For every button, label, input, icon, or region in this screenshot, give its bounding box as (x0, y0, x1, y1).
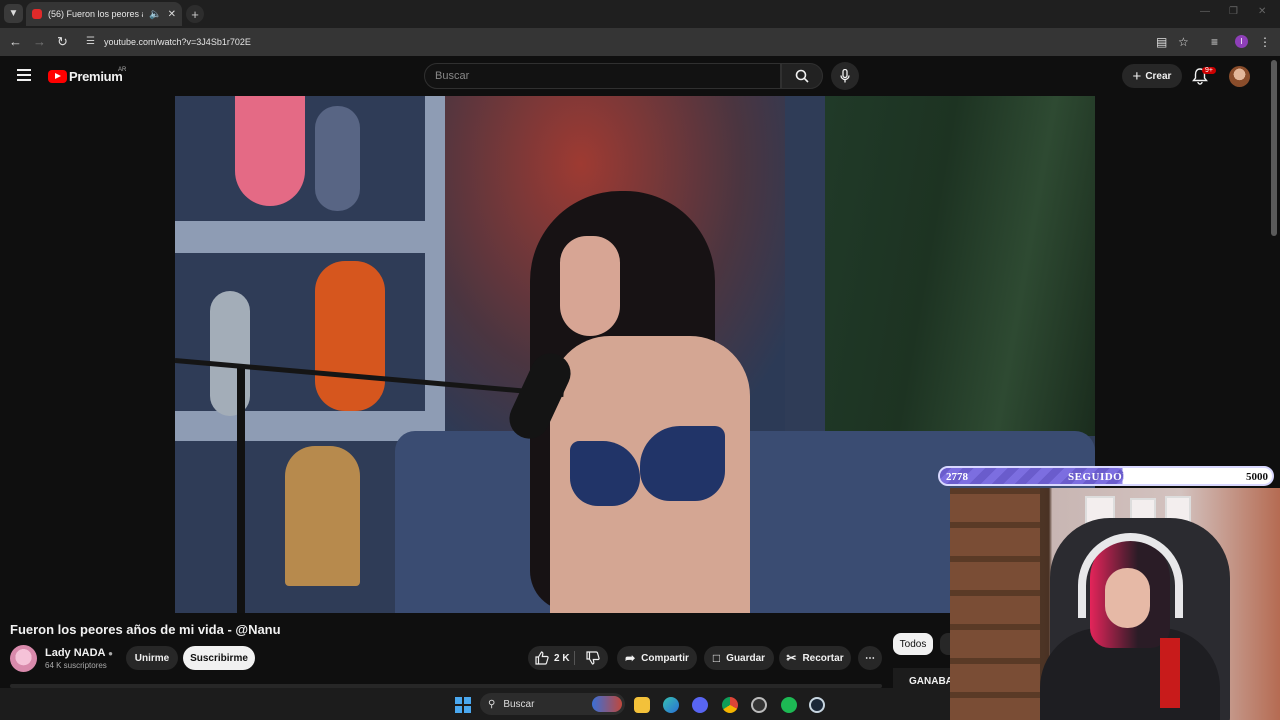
browser-menu-icon[interactable]: ⋮ (1259, 35, 1271, 49)
save-button[interactable]: □ Guardar (704, 646, 774, 670)
youtube-logo-icon[interactable] (48, 70, 67, 83)
video-vase (315, 106, 360, 211)
follower-label: SEGUIDORES (1068, 471, 1146, 483)
like-button[interactable]: 2 K (535, 651, 570, 665)
video-mic-stand (237, 366, 245, 613)
media-controls-icon[interactable]: ≡ (1211, 35, 1218, 49)
chip-all[interactable]: Todos (893, 633, 933, 655)
clip-button[interactable]: ✂ Recortar (779, 646, 851, 670)
follower-goal-bar: 2778 SEGUIDORES 5000 (938, 466, 1274, 486)
guide-menu-icon[interactable] (17, 69, 31, 84)
forward-icon[interactable]: → (33, 34, 46, 49)
address-toolbar: ← → ↻ ☰ youtube.com/watch?v=3J4Sb1r702E … (0, 28, 1280, 56)
os-taskbar (0, 688, 950, 720)
search-input[interactable]: Buscar (424, 63, 781, 89)
site-info-icon[interactable]: ☰ (86, 36, 95, 47)
search-icon (795, 69, 809, 83)
browser-profile-avatar[interactable]: I (1235, 35, 1248, 48)
channel-avatar[interactable] (10, 645, 37, 672)
plus-icon: + (1132, 67, 1142, 85)
voice-search-button[interactable] (831, 62, 859, 90)
channel-name[interactable]: Lady NADA ● (45, 647, 113, 659)
tab-search-icon[interactable]: ▼ (4, 4, 23, 23)
thumbs-down-icon[interactable] (586, 651, 600, 665)
taskbar-search-label: Buscar (503, 698, 535, 710)
create-label: Crear (1145, 70, 1172, 82)
create-button[interactable]: + Crear (1122, 64, 1182, 88)
logo-premium-text[interactable]: Premium (69, 69, 123, 84)
verified-icon: ● (108, 649, 114, 658)
discord-icon[interactable] (692, 697, 708, 713)
recommended-card-text: GANABA (909, 676, 950, 687)
video-wooden-vase (285, 446, 360, 586)
more-actions-button[interactable]: ⋯ (858, 646, 882, 670)
start-windows-icon[interactable] (455, 697, 471, 713)
like-dislike-group: 2 K (528, 646, 608, 670)
account-avatar[interactable] (1229, 66, 1250, 87)
search-button[interactable] (781, 63, 823, 89)
video-orange-vase (315, 261, 385, 411)
like-count: 2 K (554, 652, 570, 664)
notification-count-badge: 9+ (1202, 67, 1216, 74)
video-person-top (640, 426, 725, 501)
file-explorer-icon[interactable] (634, 697, 650, 713)
scissors-icon: ✂ (786, 651, 797, 665)
install-app-icon[interactable]: ▤ (1156, 35, 1167, 49)
save-label: Guardar (726, 652, 766, 664)
subscriber-count: 64 K suscriptores (45, 661, 107, 670)
maximize-icon[interactable]: ❐ (1229, 6, 1238, 17)
tab-title: (56) Fueron los peores años (48, 9, 143, 19)
close-tab-icon[interactable]: ✕ (168, 9, 176, 20)
webcam-microphone (1160, 638, 1180, 708)
back-icon[interactable]: ← (9, 34, 22, 49)
url-field[interactable]: ☰ youtube.com/watch?v=3J4Sb1r702E (80, 31, 1200, 53)
video-pink-decor (235, 96, 305, 206)
video-shelf (175, 221, 433, 253)
video-title: Fueron los peores años de mi vida - @Nan… (10, 622, 281, 637)
channel-name-text: Lady NADA (45, 647, 106, 659)
taskbar-search-icon: ⚲ (488, 698, 496, 710)
streamer-webcam (950, 488, 1280, 720)
video-curtain (825, 96, 1095, 436)
minimize-icon[interactable]: — (1200, 6, 1210, 17)
subscribe-button[interactable]: Suscribirme (183, 646, 255, 670)
edge-browser-icon[interactable] (663, 697, 679, 713)
browser-tab[interactable]: (56) Fueron los peores años 🔈 ✕ (26, 2, 182, 26)
webcam-bookcase (950, 488, 1040, 720)
share-button[interactable]: ➦ Compartir (617, 646, 697, 670)
search-placeholder: Buscar (435, 70, 470, 82)
clip-label: Recortar (802, 652, 844, 664)
join-button[interactable]: Unirme (126, 646, 178, 670)
bookmark-icon: □ (712, 651, 721, 665)
steam-icon[interactable] (809, 697, 825, 713)
chrome-icon[interactable] (722, 697, 738, 713)
spotify-icon[interactable] (781, 697, 797, 713)
share-arrow-icon: ➦ (625, 651, 636, 665)
browser-tab-strip: ▼ (56) Fueron los peores años 🔈 ✕ + — ❐ … (0, 0, 1280, 28)
reload-icon[interactable]: ↻ (57, 34, 68, 50)
share-label: Compartir (641, 652, 689, 664)
country-code: AR (118, 67, 127, 73)
url-text: youtube.com/watch?v=3J4Sb1r702E (104, 37, 251, 47)
obs-icon[interactable] (751, 697, 767, 713)
video-shelf (175, 411, 433, 441)
page-scrollbar[interactable] (1271, 60, 1277, 236)
taskbar-search[interactable]: ⚲ Buscar (480, 693, 625, 715)
youtube-header: Premium AR Buscar + Crear 9+ (0, 56, 1280, 96)
search-highlight-icon (592, 696, 622, 712)
follower-goal: 5000 (1246, 471, 1268, 483)
follower-current: 2778 (946, 471, 968, 483)
new-tab-button[interactable]: + (186, 5, 204, 23)
more-horizontal-icon: ⋯ (865, 652, 875, 664)
video-person-face (560, 236, 620, 336)
like-divider (574, 651, 575, 665)
microphone-icon (840, 69, 850, 83)
bookmark-star-icon[interactable]: ☆ (1178, 35, 1189, 49)
close-window-icon[interactable]: ✕ (1258, 6, 1266, 17)
speaker-icon[interactable]: 🔈 (149, 9, 161, 20)
youtube-favicon-icon (32, 9, 42, 19)
thumbs-up-icon (535, 651, 549, 665)
